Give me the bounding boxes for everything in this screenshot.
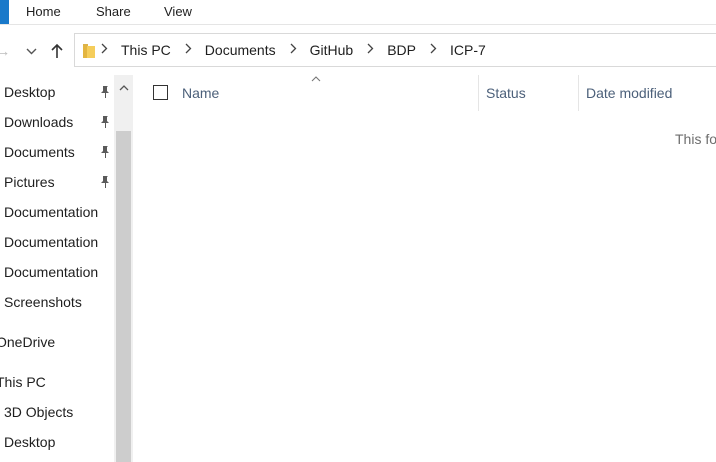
- pin-icon[interactable]: [99, 145, 111, 159]
- chevron-right-icon[interactable]: [185, 43, 195, 57]
- column-header-name[interactable]: Name: [182, 85, 219, 101]
- breadcrumb-icp-7[interactable]: ICP-7: [450, 42, 486, 58]
- breadcrumb: This PC Documents GitHub BDP ICP-7: [101, 34, 486, 66]
- navigation-pane: Desktop Downloads Documents Pictures Doc…: [0, 75, 115, 462]
- sidebar-item-label: Documentation: [4, 204, 99, 220]
- sidebar-item-documentation[interactable]: Documentation: [4, 197, 115, 227]
- sidebar-item-this-pc[interactable]: This PC: [0, 367, 111, 397]
- forward-arrow-icon[interactable]: →: [0, 38, 11, 64]
- sidebar-scrollbar[interactable]: [114, 75, 133, 462]
- sidebar-item-3d-objects[interactable]: 3D Objects: [4, 397, 115, 427]
- sidebar-item-onedrive[interactable]: OneDrive: [0, 327, 111, 357]
- pin-icon[interactable]: [99, 115, 111, 129]
- column-header-status[interactable]: Status: [486, 85, 526, 101]
- chevron-right-icon[interactable]: [367, 43, 377, 57]
- tab-home[interactable]: Home: [26, 4, 61, 19]
- sidebar-item-label: Documentation: [4, 264, 99, 280]
- file-list: Name Status Date modified This fo: [133, 75, 716, 462]
- sidebar-item-label: 3D Objects: [4, 404, 74, 420]
- pin-icon[interactable]: [99, 85, 111, 99]
- scroll-up-arrow-icon[interactable]: [114, 75, 133, 101]
- column-divider[interactable]: [478, 75, 479, 111]
- folder-icon: [83, 44, 95, 58]
- tab-view[interactable]: View: [164, 4, 192, 19]
- sidebar-item-desktop[interactable]: Desktop: [4, 427, 115, 457]
- sidebar-item-documents[interactable]: Documents: [4, 137, 115, 167]
- tab-share[interactable]: Share: [96, 4, 131, 19]
- sidebar-item-pictures[interactable]: Pictures: [4, 167, 115, 197]
- sidebar-item-label: Documents: [4, 144, 75, 160]
- file-tab[interactable]: [0, 0, 9, 24]
- ribbon: Home Share View: [0, 0, 716, 25]
- column-header-date-modified[interactable]: Date modified: [586, 85, 672, 101]
- breadcrumb-documents[interactable]: Documents: [205, 42, 276, 58]
- chevron-right-icon[interactable]: [101, 43, 111, 57]
- sidebar-item-desktop[interactable]: Desktop: [4, 77, 115, 107]
- pin-icon[interactable]: [99, 175, 111, 189]
- sidebar-item-screenshots[interactable]: Screenshots: [4, 287, 115, 317]
- sidebar-item-documentation[interactable]: Documentation: [4, 227, 115, 257]
- breadcrumb-this-pc[interactable]: This PC: [121, 42, 171, 58]
- empty-folder-message: This fo: [675, 131, 716, 147]
- breadcrumb-github[interactable]: GitHub: [310, 42, 354, 58]
- up-arrow-icon[interactable]: [48, 38, 66, 64]
- scrollbar-thumb[interactable]: [116, 131, 131, 462]
- sidebar-item-label: This PC: [0, 374, 46, 390]
- chevron-right-icon[interactable]: [430, 43, 440, 57]
- sidebar-item-label: Screenshots: [4, 294, 82, 310]
- sidebar-item-label: Desktop: [4, 84, 56, 100]
- sidebar-item-label: Documentation: [4, 234, 99, 250]
- column-divider[interactable]: [578, 75, 579, 111]
- sidebar-item-label: Desktop: [4, 434, 56, 450]
- column-header-row: Name Status Date modified: [133, 75, 716, 111]
- recent-locations-chevron-icon[interactable]: [22, 38, 40, 64]
- sidebar-item-label: Pictures: [4, 174, 55, 190]
- sidebar-item-downloads[interactable]: Downloads: [4, 107, 115, 137]
- sidebar-item-label: Downloads: [4, 114, 74, 130]
- sidebar-item-label: OneDrive: [0, 334, 56, 350]
- sort-ascending-icon: [311, 73, 321, 85]
- chevron-right-icon[interactable]: [290, 43, 300, 57]
- breadcrumb-bdp[interactable]: BDP: [387, 42, 416, 58]
- address-bar[interactable]: This PC Documents GitHub BDP ICP-7: [74, 33, 716, 67]
- sidebar-item-documentation[interactable]: Documentation: [4, 257, 115, 287]
- select-all-checkbox[interactable]: [153, 85, 168, 100]
